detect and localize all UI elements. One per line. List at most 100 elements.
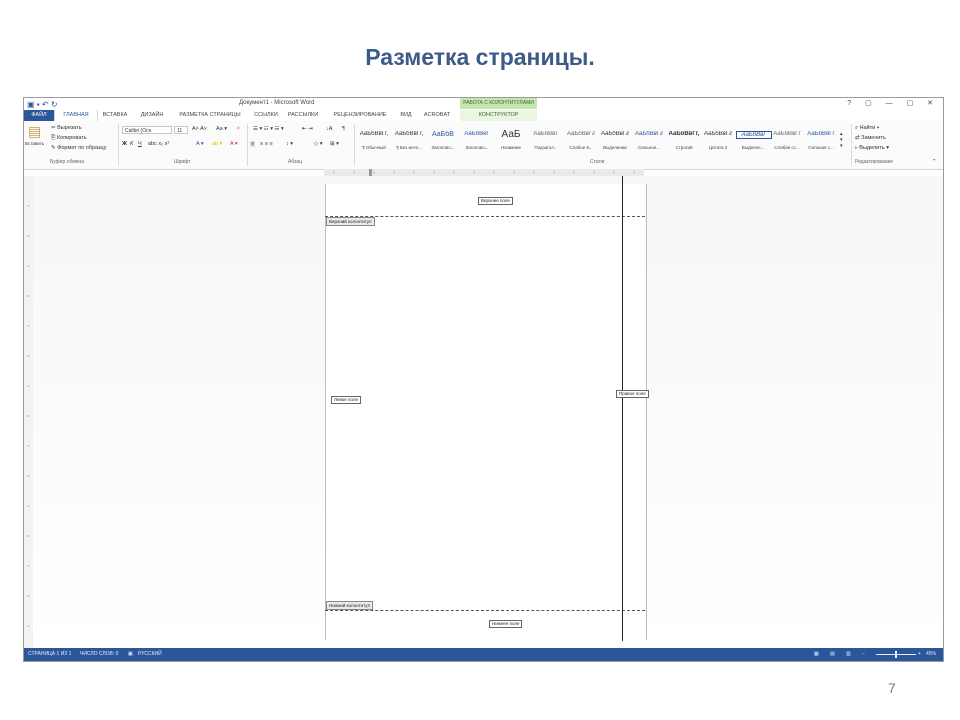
print-layout-icon[interactable]: ▤ xyxy=(830,651,835,657)
italic-button[interactable]: К xyxy=(130,141,133,147)
style-item[interactable]: АаБбВеГ Заголово... xyxy=(460,129,494,157)
zoom-level[interactable]: 45% xyxy=(926,651,936,657)
style-item[interactable]: АаБбВвГг, Строгий xyxy=(667,129,701,157)
tab-constructor[interactable]: КОНСТРУКТОР xyxy=(460,110,537,121)
bullets-icon[interactable]: ☰ ▾ ☷ ▾ ☵ ▾ xyxy=(253,126,284,132)
strikethrough-icon[interactable]: abc x₂ x² xyxy=(148,141,169,147)
line-spacing-icon[interactable]: ↕ ▾ xyxy=(286,141,293,147)
style-item[interactable]: АаБбВвГг Выделение xyxy=(598,129,632,157)
shading-icon[interactable]: ◇ ▾ xyxy=(314,141,323,147)
style-preview: АаБбВвГ xyxy=(533,131,559,137)
page-count[interactable]: СТРАНИЦА 1 ИЗ 1 xyxy=(28,651,71,657)
align-icons[interactable]: ≡ ≡ ≡ xyxy=(260,141,273,147)
align-left-icon[interactable]: ≡ xyxy=(250,141,256,147)
language-indicator[interactable]: РУССКИЙ xyxy=(138,651,162,657)
save-icon[interactable]: ▪ xyxy=(37,100,40,109)
style-item[interactable]: АаБбВвГг Цитата 2 xyxy=(701,129,735,157)
tab-review[interactable]: РЕЦЕНЗИРОВАНИЕ xyxy=(324,110,396,121)
replace-button[interactable]: ⇄ Заменить xyxy=(855,135,886,141)
bottom-margin-field[interactable]: Нижнее поле xyxy=(489,620,523,628)
style-preview: АаБ xyxy=(501,129,521,140)
style-item[interactable]: АаБбВвГг Слабая сс... xyxy=(770,129,804,157)
word-count[interactable]: ЧИСЛО СЛОВ: 0 xyxy=(80,651,118,657)
sort-icon[interactable]: ↓A xyxy=(326,126,332,132)
style-item[interactable]: АаБбВвГг Сильное... xyxy=(632,129,666,157)
collapse-ribbon-icon[interactable]: ⌃ xyxy=(932,159,937,165)
borders-icon[interactable]: ⊞ ▾ xyxy=(330,141,339,147)
font-name-input[interactable]: Calibri (Осн xyxy=(122,126,172,134)
font-color-icon[interactable]: A ▾ xyxy=(230,141,238,147)
style-name: Выделен... xyxy=(741,145,765,150)
read-mode-icon[interactable]: ▦ xyxy=(814,651,819,657)
style-name: Сильное... xyxy=(638,145,660,150)
paste-icon[interactable]: ▤ xyxy=(28,123,41,140)
style-preview: АаБбВвГ xyxy=(736,131,772,139)
document-page[interactable] xyxy=(325,184,647,640)
editing-group-label: Редактирование xyxy=(855,159,894,165)
tab-view[interactable]: ВИД xyxy=(396,110,416,121)
font-grow-icon[interactable]: A˄ A˅ xyxy=(192,126,207,132)
style-item[interactable]: АаБбВвГ Выделен... xyxy=(736,129,772,157)
style-name: ¶ Без инте... xyxy=(396,145,422,150)
undo-icon[interactable]: ↶ xyxy=(42,100,49,109)
proofing-icon[interactable]: ▣ xyxy=(128,651,133,657)
tab-mailings[interactable]: РАССЫЛКИ xyxy=(282,110,324,121)
style-name: Заголово... xyxy=(431,145,455,150)
tab-home[interactable]: ГЛАВНАЯ xyxy=(54,110,98,121)
underline-button[interactable]: Ч xyxy=(138,141,142,147)
top-margin-field[interactable]: Верхнее поле xyxy=(478,197,513,205)
footer-boundary-line xyxy=(325,610,645,611)
style-item[interactable]: АаБбВ Заголово... xyxy=(426,129,460,157)
tab-design[interactable]: ДИЗАЙН xyxy=(134,110,170,121)
style-preview: АаБбВвГг xyxy=(704,131,732,137)
bold-button[interactable]: Ж xyxy=(122,141,127,147)
select-button[interactable]: ▹ Выделить ▾ xyxy=(855,145,889,151)
font-size-input[interactable]: 11 xyxy=(174,126,188,134)
right-margin-field[interactable]: Правое поле xyxy=(616,390,649,398)
tab-references[interactable]: ССЫЛКИ xyxy=(250,110,282,121)
tab-insert[interactable]: ВСТАВКА xyxy=(96,110,134,121)
style-item[interactable]: АаБ Название xyxy=(494,129,528,157)
highlight-icon[interactable]: ab ▾ xyxy=(212,141,222,147)
style-preview: АаБбВвГг xyxy=(807,131,835,137)
font-group-label: Шрифт xyxy=(174,159,191,165)
tab-file[interactable]: ФАЙЛ xyxy=(24,110,54,121)
style-item[interactable]: АаБбВвГ Подзагол... xyxy=(529,129,563,157)
styles-scroll-icon[interactable]: ▴ ▾ ▾ xyxy=(840,131,843,149)
pilcrow-icon[interactable]: ¶ xyxy=(342,126,345,132)
copy-button[interactable]: ⎘ Копировать xyxy=(51,135,87,142)
format-painter-button[interactable]: ✎ Формат по образцу xyxy=(51,145,106,151)
clear-format-icon[interactable]: ✧ xyxy=(236,126,241,132)
word-window: ▣ ▪ ↶ ↻ Документ1 - Microsoft Word РАБОТ… xyxy=(23,97,944,662)
web-layout-icon[interactable]: ▥ xyxy=(846,651,851,657)
paste-button-label[interactable]: Вставить xyxy=(25,141,44,146)
title-bar: ▣ ▪ ↶ ↻ Документ1 - Microsoft Word РАБОТ… xyxy=(24,98,943,110)
paragraph-group-label: Абзац xyxy=(288,159,303,165)
style-name: Слабое в... xyxy=(569,145,593,150)
document-title: Документ1 - Microsoft Word xyxy=(239,100,315,106)
slide-number: 7 xyxy=(888,680,896,696)
tab-layout[interactable]: РАЗМЕТКА СТРАНИЦЫ xyxy=(170,110,250,121)
change-case-icon[interactable]: Aa ▾ xyxy=(216,126,227,132)
context-group-title: РАБОТА С КОЛОНТИТУЛАМИ xyxy=(460,98,537,109)
redo-icon[interactable]: ↻ xyxy=(51,100,58,109)
cut-button[interactable]: ✂ Вырезать xyxy=(51,125,82,131)
window-controls[interactable]: ? ▢ — ▢ ✕ xyxy=(847,99,939,107)
indent-icon[interactable]: ⇤ ⇥ xyxy=(302,126,313,132)
clipboard-group-label: Буфер обмена xyxy=(50,159,84,165)
find-button[interactable]: ⌕ Найти ▾ xyxy=(855,125,879,132)
footer-tag[interactable]: Нижний колонтитул xyxy=(326,601,374,610)
zoom-slider-thumb[interactable] xyxy=(895,651,897,658)
text-effects-icon[interactable]: A ▾ xyxy=(196,141,204,147)
header-tag[interactable]: Верхний колонтитул xyxy=(326,217,375,226)
left-margin-field[interactable]: Левое поле xyxy=(331,396,362,404)
style-item[interactable]: АаБбВвГг Слабое в... xyxy=(564,129,598,157)
zoom-in-icon[interactable]: + xyxy=(918,651,921,657)
word-logo-icon: ▣ xyxy=(27,100,35,109)
style-name: Подзагол... xyxy=(534,145,558,150)
style-item[interactable]: АаБбВвГг Сильная с... xyxy=(804,129,838,157)
zoom-out-icon[interactable]: − xyxy=(862,651,865,657)
tab-acrobat[interactable]: ACROBAT xyxy=(418,110,456,121)
style-item[interactable]: АаБбВвГг, ¶ Без инте... xyxy=(392,129,426,157)
style-item[interactable]: АаБбВвГг, ¶ Обычный xyxy=(357,129,391,157)
